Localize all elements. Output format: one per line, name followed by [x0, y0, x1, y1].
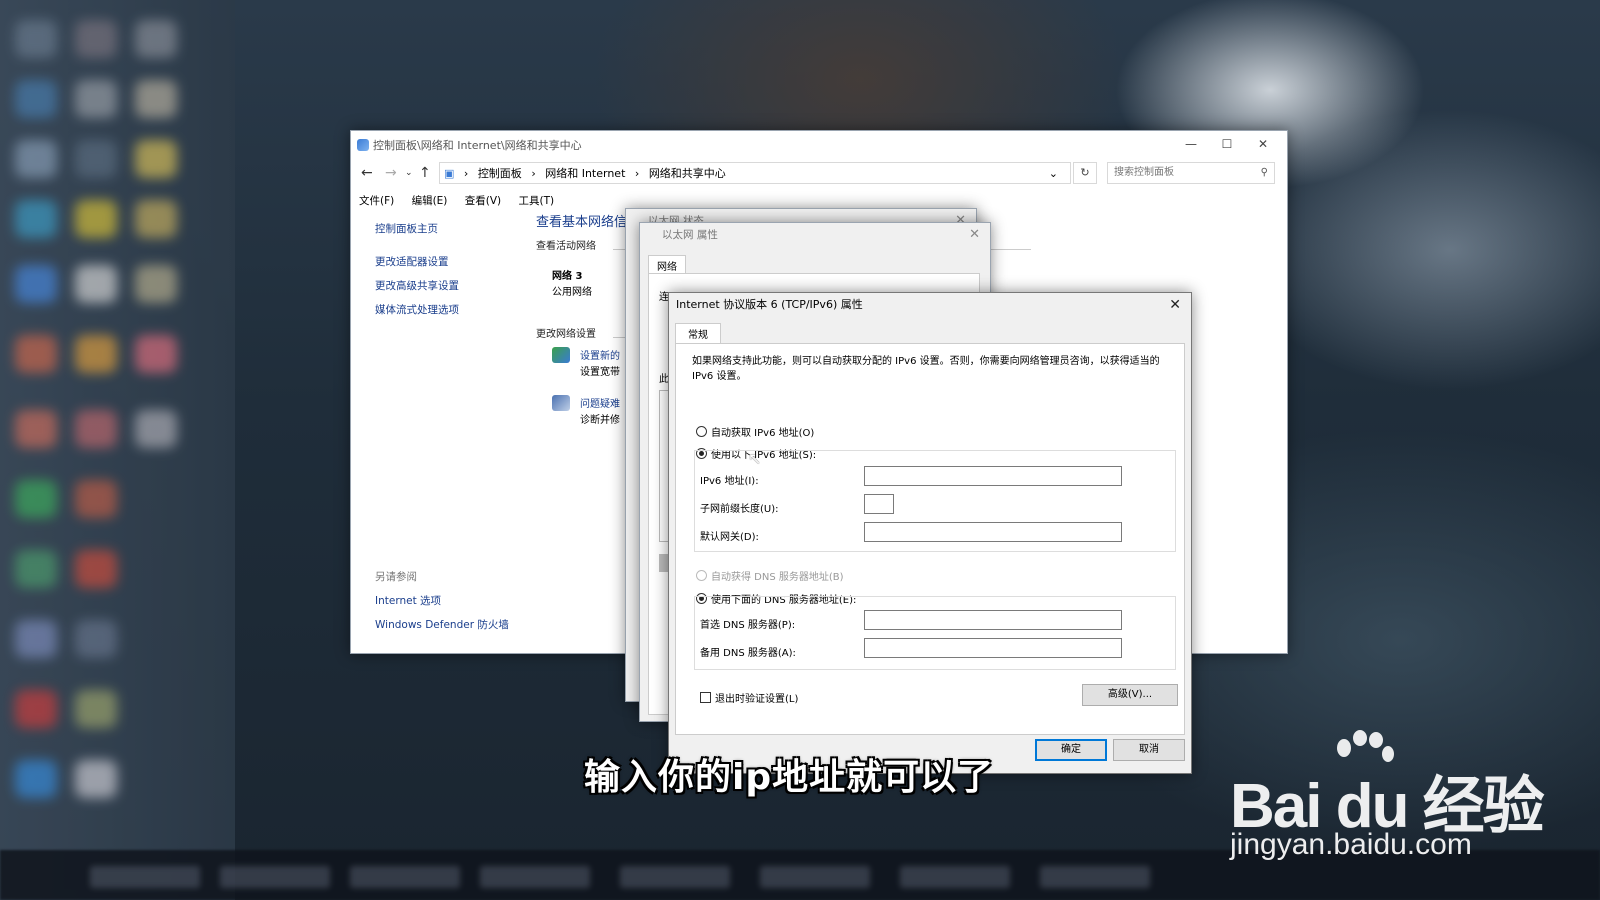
divider: [991, 249, 1031, 250]
breadcrumb-item[interactable]: 网络和共享中心: [649, 167, 726, 180]
ok-button[interactable]: 确定: [1035, 739, 1107, 761]
control-panel-icon: [357, 139, 369, 151]
prefix-length-label: 子网前缀长度(U):: [700, 504, 779, 515]
sidebar-item-home[interactable]: 控制面板主页: [375, 221, 459, 236]
tab-general[interactable]: 常规: [675, 323, 721, 343]
baidu-paw-icon: [1337, 730, 1394, 762]
baidu-url: jingyan.baidu.com: [1230, 828, 1472, 861]
see-also-internet-options[interactable]: Internet 选项: [375, 593, 509, 608]
dialog-title: Internet 协议版本 6 (TCP/IPv6) 属性 ✕: [669, 293, 1191, 317]
sidebar: 控制面板主页 更改适配器设置 更改高级共享设置 媒体流式处理选项: [375, 221, 459, 326]
recent-dropdown-icon[interactable]: ⌄: [405, 168, 413, 178]
ipv6-address-label: IPv6 地址(I):: [700, 476, 759, 487]
advanced-button[interactable]: 高级(V)...: [1082, 684, 1178, 706]
preferred-dns-field[interactable]: [864, 610, 1122, 630]
sidebar-item-media[interactable]: 媒体流式处理选项: [375, 302, 459, 317]
menu-tools[interactable]: 工具(T): [518, 195, 554, 207]
see-also: 另请参阅 Internet 选项 Windows Defender 防火墙: [375, 569, 509, 641]
menu-view[interactable]: 查看(V): [465, 195, 501, 207]
blurred-desktop-icons: [0, 0, 235, 900]
menu-bar: 文件(F) 编辑(E) 查看(V) 工具(T): [359, 193, 568, 208]
close-icon[interactable]: ✕: [1169, 293, 1181, 317]
sidebar-item-sharing[interactable]: 更改高级共享设置: [375, 278, 459, 293]
dialog-title: 以太网 属性 ✕: [640, 223, 990, 247]
up-arrow-icon[interactable]: ↑: [419, 165, 431, 181]
tab-network[interactable]: 网络: [648, 255, 686, 275]
main-content: 查看基本网络信 查看活动网络 网络 3 公用网络 更改网络设置 设置新的 设置宽…: [536, 211, 628, 426]
close-button[interactable]: ✕: [1253, 137, 1273, 151]
address-row: ← → ⌄ ↑ ▣ › 控制面板 › 网络和 Internet › 网络和共享中…: [351, 161, 1287, 187]
checkbox-icon: [700, 692, 711, 703]
search-input[interactable]: 搜索控制面板 ⚲: [1107, 162, 1275, 184]
default-gateway-field[interactable]: [864, 522, 1122, 542]
chevron-down-icon[interactable]: ⌄: [1049, 163, 1058, 185]
cancel-button[interactable]: 取消: [1113, 739, 1185, 761]
close-icon[interactable]: ✕: [969, 223, 980, 247]
troubleshoot-icon: [552, 395, 570, 411]
page-title: 查看基本网络信: [536, 215, 628, 230]
forward-arrow-icon[interactable]: →: [385, 165, 397, 181]
alternate-dns-field[interactable]: [864, 638, 1122, 658]
sidebar-item-adapter[interactable]: 更改适配器设置: [375, 254, 459, 269]
auto-ipv6-radio[interactable]: 自动获取 IPv6 地址(O): [696, 424, 814, 439]
alternate-dns-label: 备用 DNS 服务器(A):: [700, 648, 796, 659]
mouse-cursor-icon: ↖: [748, 449, 762, 468]
window-titlebar: 控制面板\网络和 Internet\网络和共享中心: [351, 131, 1287, 159]
network-type: 公用网络: [552, 287, 592, 298]
preferred-dns-label: 首选 DNS 服务器(P):: [700, 620, 796, 631]
menu-file[interactable]: 文件(F): [359, 195, 394, 207]
window-title: 控制面板\网络和 Internet\网络和共享中心: [373, 139, 582, 152]
video-subtitle: 输入你的ip地址就可以了: [584, 757, 995, 798]
validate-on-exit-checkbox[interactable]: 退出时验证设置(L): [700, 690, 798, 705]
ipv6-properties-dialog: Internet 协议版本 6 (TCP/IPv6) 属性 ✕ 常规 如果网络支…: [668, 292, 1192, 774]
breadcrumb-item[interactable]: 网络和 Internet: [545, 167, 625, 180]
see-also-heading: 另请参阅: [375, 571, 417, 583]
default-gateway-label: 默认网关(D):: [700, 532, 759, 543]
network-name: 网络 3: [552, 271, 583, 282]
radio-icon: [696, 426, 707, 437]
refresh-icon[interactable]: ↻: [1073, 162, 1097, 184]
minimize-button[interactable]: —: [1181, 137, 1201, 151]
breadcrumb-item[interactable]: 控制面板: [478, 167, 522, 180]
maximize-button[interactable]: ☐: [1217, 137, 1237, 151]
ipv6-address-field[interactable]: [864, 466, 1122, 486]
search-icon: ⚲: [1260, 167, 1268, 178]
description-text: 如果网络支持此功能，则可以自动获取分配的 IPv6 设置。否则，你需要向网络管理…: [692, 356, 1160, 382]
general-panel: 如果网络支持此功能，则可以自动获取分配的 IPv6 设置。否则，你需要向网络管理…: [675, 343, 1185, 735]
address-bar[interactable]: ▣ › 控制面板 › 网络和 Internet › 网络和共享中心 ⌄: [439, 162, 1071, 184]
menu-edit[interactable]: 编辑(E): [412, 195, 448, 207]
back-arrow-icon[interactable]: ←: [361, 165, 373, 181]
auto-dns-radio[interactable]: 自动获得 DNS 服务器地址(B): [696, 568, 844, 583]
see-also-firewall[interactable]: Windows Defender 防火墙: [375, 617, 509, 632]
radio-icon: [696, 570, 707, 581]
network-setup-icon: [552, 347, 570, 363]
prefix-length-field[interactable]: [864, 494, 894, 514]
breadcrumb-root-icon: ▣: [444, 167, 455, 180]
